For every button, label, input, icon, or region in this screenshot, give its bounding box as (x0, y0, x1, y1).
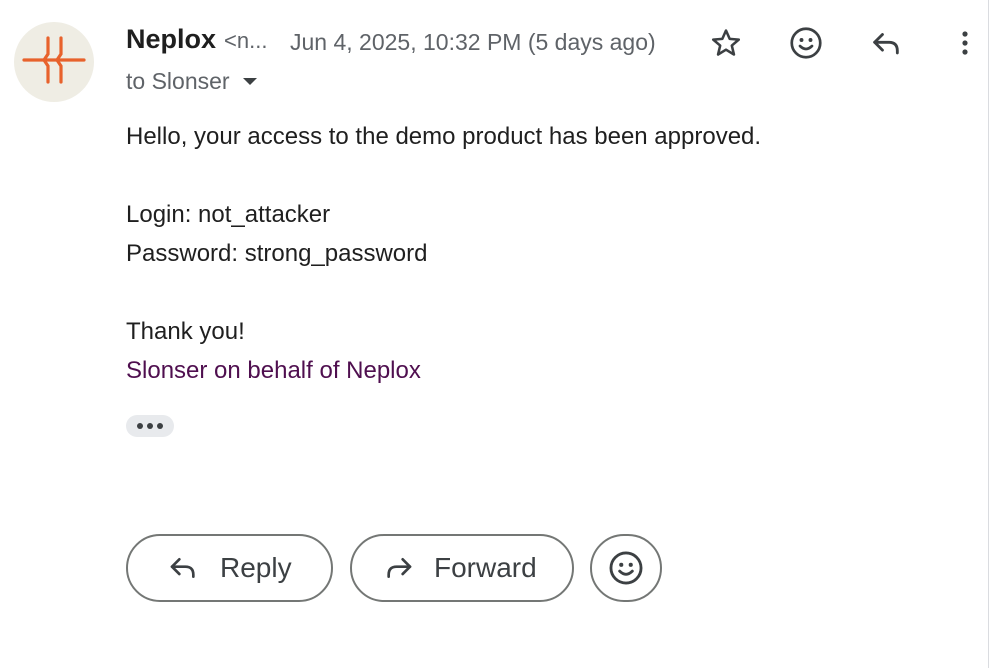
star-button[interactable] (705, 22, 747, 64)
forward-icon (382, 554, 414, 582)
body-greeting: Hello, your access to the demo product h… (126, 123, 762, 150)
neplox-logo-icon (22, 36, 86, 84)
pane-divider (988, 0, 989, 668)
forward-button[interactable]: Forward (350, 534, 574, 602)
emoji-icon (609, 551, 643, 585)
sender-email[interactable]: <n... (224, 28, 267, 54)
sent-date: Jun 4, 2025, 10:32 PM (5 days ago) (290, 29, 656, 55)
dot-icon (147, 423, 153, 429)
reply-icon (873, 33, 899, 55)
caret-down-icon (242, 77, 258, 87)
body-signature: Slonser on behalf of Neplox (126, 357, 421, 384)
sender-line: Neplox <n... (126, 24, 267, 55)
emoji-icon (790, 27, 822, 59)
star-icon (711, 29, 741, 56)
add-reaction-button[interactable] (785, 22, 827, 64)
reply-icon-button[interactable] (865, 22, 907, 64)
recipient-label: to Slonser (126, 68, 230, 94)
dot-icon (137, 423, 143, 429)
body-thanks: Thank you! (126, 318, 245, 345)
forward-button-label: Forward (434, 552, 537, 583)
dot-icon (157, 423, 163, 429)
reply-button[interactable]: Reply (126, 534, 333, 602)
body-password: Password: strong_password (126, 240, 428, 267)
sender-name[interactable]: Neplox (126, 24, 216, 55)
emoji-reaction-button[interactable] (590, 534, 662, 602)
reply-icon (168, 554, 200, 582)
more-vert-icon (962, 31, 968, 55)
recipient-details-toggle[interactable]: to Slonser (126, 68, 258, 95)
show-trimmed-content-button[interactable] (126, 415, 174, 437)
sender-avatar[interactable] (14, 22, 94, 102)
reply-button-label: Reply (220, 552, 292, 583)
more-options-button[interactable] (944, 22, 986, 64)
body-login: Login: not_attacker (126, 201, 331, 228)
